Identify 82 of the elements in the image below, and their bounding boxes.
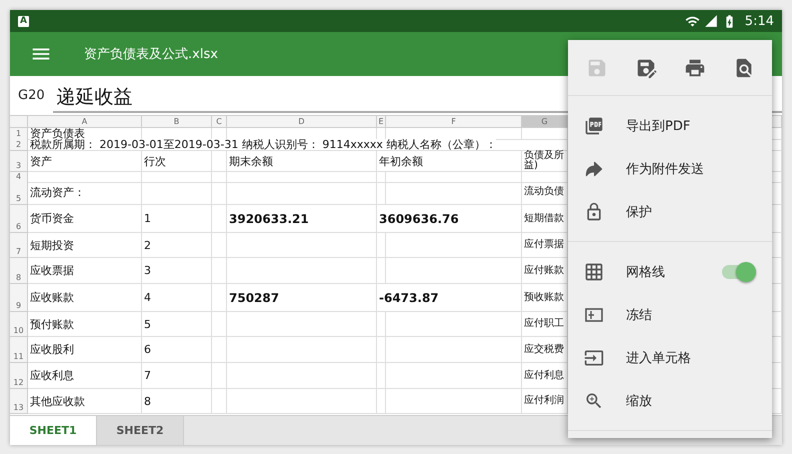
column-header[interactable]: C [212,116,227,128]
table-cell: 3 [142,258,212,284]
table-cell: 应收票据 [28,258,142,284]
table-cell: 应收利息 [28,363,142,389]
row-number: 1 [10,128,28,140]
table-cell: 期末余额 [227,151,377,172]
table-cell: 7 [142,363,212,389]
table-cell [377,172,386,183]
table-cell: 5 [142,312,212,337]
table-cell: 货币资金 [28,205,142,233]
table-cell [377,180,386,205]
table-cell: 短期投资 [28,233,142,258]
column-header[interactable]: E [377,116,386,128]
table-cell [377,337,386,363]
app-badge-icon: A [18,16,29,26]
zoom-in-icon [584,390,604,410]
cell-reference: G20 [18,88,45,103]
table-cell [212,205,227,233]
sheet-tab[interactable]: SHEET2 [97,416,184,445]
table-cell: 资产 [28,151,142,172]
table-cell: 流动资产： [28,180,142,205]
row-number: 13 [10,389,28,414]
row-number: 3 [10,151,28,172]
pdf-icon [584,116,604,136]
row-number: 5 [10,180,28,205]
table-cell [142,180,212,205]
table-cell: 预付账款 [28,312,142,337]
menu-item[interactable]: 作为附件发送 [568,147,772,190]
table-cell: 3920633.21 [227,205,377,233]
table-cell: 6 [142,337,212,363]
table-cell: 750287 [227,284,377,312]
row-number: 9 [10,284,28,312]
table-cell: 4 [142,284,212,312]
table-cell: 1 [142,205,212,233]
row-number: 8 [10,258,28,284]
table-cell [212,180,227,205]
menu-item[interactable]: 保护 [568,190,772,233]
table-cell [377,312,386,337]
row-number: 2 [10,139,28,151]
table-cell: 年初余额 [377,151,522,172]
column-header[interactable]: G [522,116,568,128]
table-cell: 行次 [142,151,212,172]
grid-icon [584,262,604,282]
table-cell [212,233,227,258]
table-cell [377,258,386,284]
row-number: 6 [10,205,28,233]
table-cell [212,337,227,363]
table-cell: 8 [142,389,212,414]
table-cell [212,151,227,172]
row-number: 7 [10,233,28,258]
table-cell [212,312,227,337]
table-cell: -6473.87 [377,284,522,312]
column-header[interactable]: B [142,116,212,128]
column-header[interactable]: D [227,116,377,128]
table-cell: 应收账款 [28,284,142,312]
table-cell [377,233,386,258]
menu-item[interactable]: 冻结 [568,293,772,336]
signal-icon [704,14,718,28]
table-cell [212,363,227,389]
table-cell [377,363,386,389]
table-cell [212,172,227,183]
row-number: 11 [10,337,28,363]
table-cell: 其他应收款 [28,389,142,414]
enter-icon [584,348,604,368]
menu-item[interactable]: 进入单元格 [568,336,772,379]
table-cell [212,284,227,312]
menu-item[interactable]: 网格线 [568,250,772,293]
column-header[interactable]: F [386,116,522,128]
table-cell [212,258,227,284]
table-cell: 应收股利 [28,337,142,363]
file-title: 资产负债表及公式.xlsx [84,46,218,63]
menu-item[interactable]: 缩放 [568,379,772,422]
column-header[interactable]: A [28,116,142,128]
row-number: 10 [10,312,28,337]
toggle-switch[interactable] [722,264,756,278]
sheet-tab[interactable]: SHEET1 [10,416,97,445]
table-cell: 税款所属期： 2019-03-01至2019-03-31 纳税人识别号： 9114xxxxx 纳税人名称（公章）： [28,139,568,151]
table-cell [142,172,212,183]
clock-time: 5:14 [744,14,774,28]
table-cell: 3609636.76 [377,205,522,233]
row-number: 12 [10,363,28,389]
table-cell: 2 [142,233,212,258]
